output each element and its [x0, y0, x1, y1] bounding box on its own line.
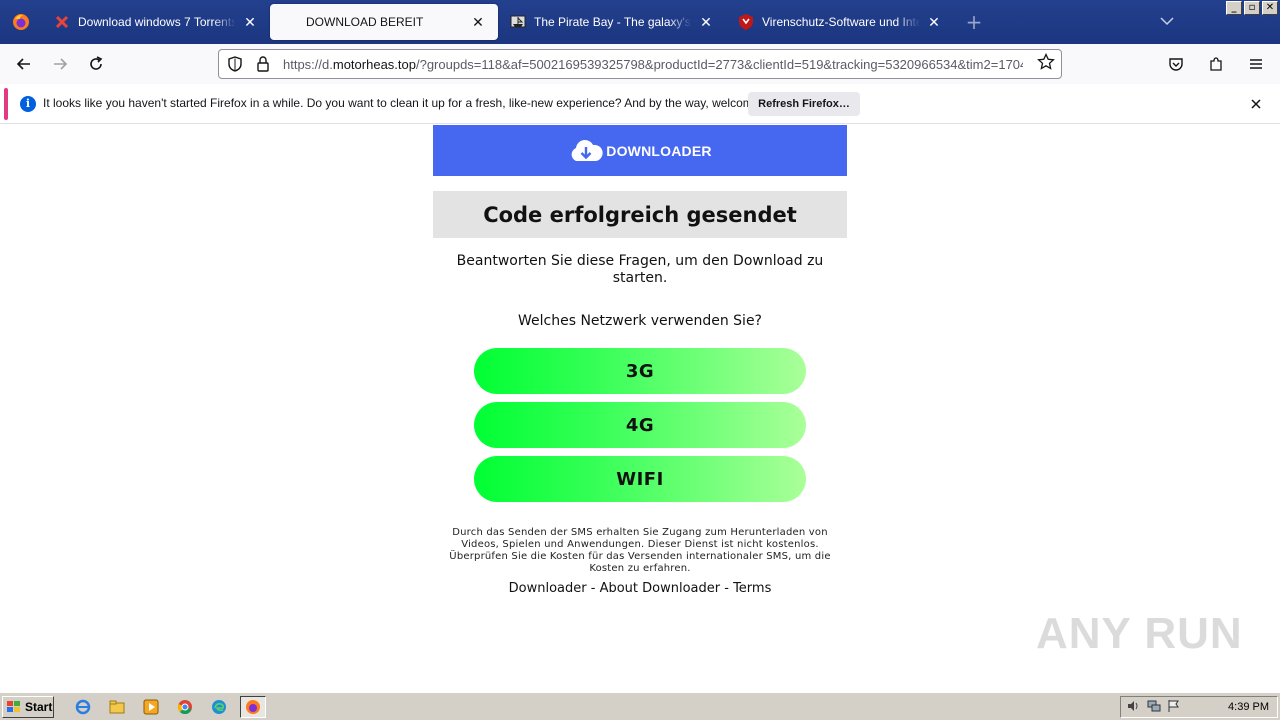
cloud-download-icon	[571, 139, 603, 161]
footer-separator: -	[720, 581, 734, 596]
window-controls: _ ▫ ✕	[1226, 1, 1278, 15]
tracking-protection-shield-icon[interactable]	[223, 52, 247, 76]
tab-close-icon[interactable]: ✕	[242, 14, 258, 30]
page-subtitle: Beantworten Sie diese Fragen, um den Dow…	[456, 253, 824, 286]
file-explorer-icon[interactable]	[104, 696, 130, 718]
notification-bar: i It looks like you haven't started Fire…	[0, 84, 1280, 124]
restore-button[interactable]: ▫	[1244, 1, 1260, 15]
close-notification-icon[interactable]	[1248, 96, 1264, 112]
action-center-flag-icon[interactable]	[1167, 699, 1181, 716]
info-icon: i	[20, 96, 36, 112]
sms-disclaimer: Durch das Senden der SMS erhalten Sie Zu…	[449, 527, 831, 574]
back-arrow-icon[interactable]	[8, 48, 40, 80]
reload-icon[interactable]	[80, 48, 112, 80]
minimize-button[interactable]: _	[1226, 1, 1242, 15]
system-tray: 4:39 PM	[1120, 696, 1278, 718]
taskbar: Start 4:39 PM	[0, 692, 1280, 720]
chrome-icon[interactable]	[172, 696, 198, 718]
extensions-puzzle-icon[interactable]	[1200, 48, 1232, 80]
footer-link-about[interactable]: About Downloader	[600, 581, 721, 596]
page-title: Code erfolgreich gesendet	[433, 191, 847, 238]
tab-pirate-bay[interactable]: The Pirate Bay - The galaxy's most ✕	[498, 4, 726, 40]
internet-explorer-icon[interactable]	[70, 696, 96, 718]
pirate-ship-favicon-icon	[510, 14, 526, 30]
x-favicon-icon	[54, 14, 70, 30]
hamburger-menu-icon[interactable]	[1240, 48, 1272, 80]
refresh-firefox-button[interactable]: Refresh Firefox…	[748, 92, 860, 116]
tab-close-icon[interactable]: ✕	[698, 14, 714, 30]
network-icon[interactable]	[1147, 699, 1161, 716]
tab-close-icon[interactable]: ✕	[470, 14, 486, 30]
close-window-button[interactable]: ✕	[1262, 1, 1278, 15]
tab-download-bereit[interactable]: DOWNLOAD BEREIT ✕	[270, 4, 498, 40]
footer-link-downloader[interactable]: Downloader	[509, 581, 587, 596]
url-bar[interactable]: https://d.motorheas.top/?groupds=118&af=…	[218, 49, 1062, 79]
volume-icon[interactable]	[1127, 699, 1141, 716]
firefox-menu-icon[interactable]	[0, 0, 42, 44]
choice-3g-button[interactable]: 3G	[474, 348, 806, 394]
tab-strip: Download windows 7 Torrents | 13 ✕ DOWNL…	[0, 0, 1280, 44]
brand-header: DOWNLOADER	[433, 125, 847, 176]
mcafee-shield-icon	[738, 14, 754, 30]
media-player-icon[interactable]	[138, 696, 164, 718]
notification-accent	[4, 88, 8, 120]
windows-flag-icon	[7, 700, 20, 712]
lock-icon[interactable]	[251, 52, 275, 76]
tab-torrents[interactable]: Download windows 7 Torrents | 13 ✕	[42, 4, 270, 40]
firefox-taskbar-icon[interactable]	[240, 695, 266, 718]
start-button[interactable]: Start	[2, 695, 54, 718]
choice-4g-button[interactable]: 4G	[474, 402, 806, 448]
brand-name: DOWNLOADER	[606, 142, 712, 159]
choice-wifi-button[interactable]: WIFI	[474, 456, 806, 502]
tab-mcafee[interactable]: Virenschutz-Software und Internet ✕	[726, 4, 954, 40]
quick-launch	[70, 695, 266, 718]
edge-icon[interactable]	[206, 696, 232, 718]
footer-separator: -	[586, 581, 600, 596]
url-text[interactable]: https://d.motorheas.top/?groupds=118&af=…	[283, 57, 1023, 72]
pocket-icon[interactable]	[1160, 48, 1192, 80]
anyrun-watermark: ANY RUN	[1036, 609, 1243, 658]
network-question: Welches Netzwerk verwenden Sie?	[518, 313, 762, 329]
downloader-logo: DOWNLOADER	[568, 139, 712, 163]
bookmark-star-icon[interactable]	[1037, 52, 1055, 74]
footer-links: Downloader - About Downloader - Terms	[433, 581, 847, 596]
tab-label: Download windows 7 Torrents | 13	[78, 15, 236, 29]
page-content: DOWNLOADER Code erfolgreich gesendet Bea…	[0, 125, 1280, 692]
tab-label: DOWNLOAD BEREIT	[306, 15, 424, 29]
list-all-tabs-chevron-icon[interactable]	[1156, 10, 1178, 32]
new-tab-button[interactable]: +	[954, 0, 994, 44]
notification-message: It looks like you haven't started Firefo…	[43, 96, 792, 110]
forward-arrow-icon[interactable]	[44, 48, 76, 80]
clock: 4:39 PM	[1228, 701, 1269, 713]
tab-label: The Pirate Bay - The galaxy's most	[534, 15, 692, 29]
toolbar-right	[1156, 48, 1272, 80]
footer-link-terms[interactable]: Terms	[733, 581, 771, 596]
navigation-toolbar: https://d.motorheas.top/?groupds=118&af=…	[0, 44, 1280, 84]
tab-label: Virenschutz-Software und Internet	[762, 15, 920, 29]
tab-close-icon[interactable]: ✕	[926, 14, 942, 30]
